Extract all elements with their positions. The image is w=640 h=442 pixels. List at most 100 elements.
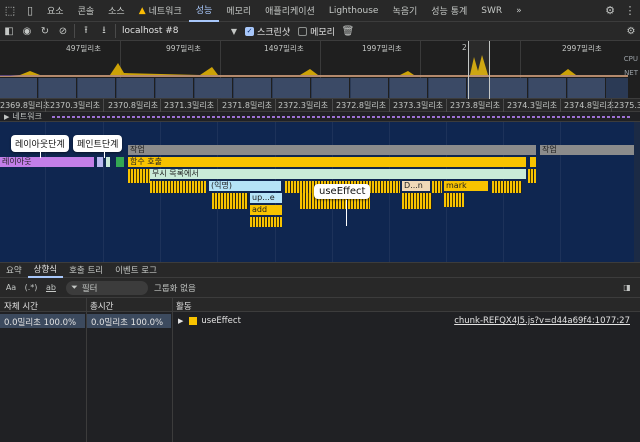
filter-input[interactable]: ⏷ 필터 bbox=[66, 280, 148, 295]
checkbox-unchecked-icon bbox=[298, 26, 308, 36]
layout-bar[interactable]: 레이아웃 bbox=[0, 157, 94, 167]
inspect-element-icon[interactable]: ⬚ bbox=[0, 0, 20, 22]
divider bbox=[115, 24, 116, 38]
paint-bar[interactable] bbox=[116, 157, 124, 167]
tab-performance[interactable]: 성능 bbox=[188, 0, 220, 22]
tab-performance-insights[interactable]: 성능 통계 bbox=[424, 0, 474, 22]
divider bbox=[74, 24, 75, 38]
details-tabs: 요약 상향식 호출 트리 이벤트 로그 bbox=[0, 262, 640, 278]
small-calls[interactable] bbox=[432, 181, 442, 193]
screenshot-thumb bbox=[39, 78, 77, 98]
ruler-tick: 2371.8밀리초 bbox=[222, 101, 273, 110]
screenshot-checkbox[interactable]: ✓ 스크린샷 bbox=[245, 25, 290, 38]
timeline-overview[interactable]: 497밀리초 997밀리초 1497밀리초 1997밀리초 2 2997밀리초 … bbox=[0, 41, 640, 99]
group-by-select[interactable]: 그룹화 없음 bbox=[154, 282, 196, 294]
paint-stage-bar[interactable] bbox=[106, 157, 110, 167]
device-toolbar-icon[interactable]: ▯ bbox=[20, 0, 40, 22]
table-row[interactable]: 0.0밀리초 100.0% 0.0밀리초 100.0% ▶ useEffect … bbox=[0, 314, 640, 328]
main-thread-flamechart[interactable]: 작업 작업 레이아웃 함수 호출 무시 목록에서 (익명) D...n mark… bbox=[0, 122, 640, 262]
gear-icon[interactable]: ⚙ bbox=[600, 0, 620, 22]
screenshot-thumb bbox=[312, 78, 350, 98]
small-calls[interactable] bbox=[492, 181, 522, 193]
layout-stage-bar[interactable] bbox=[97, 157, 103, 167]
mark-bar[interactable]: mark bbox=[444, 181, 488, 191]
small-calls[interactable] bbox=[402, 193, 432, 209]
column-self-time[interactable]: 자체 시간 bbox=[4, 300, 38, 312]
function-call-bar[interactable]: 함수 호출 bbox=[128, 157, 526, 167]
paint-stage-callout[interactable]: 페인트단계 bbox=[73, 135, 123, 152]
self-time-cell: 0.0밀리초 100.0% bbox=[0, 314, 85, 328]
activity-name: useEffect bbox=[201, 316, 241, 326]
grid-line bbox=[446, 99, 447, 112]
function-call-bar[interactable] bbox=[530, 157, 536, 167]
source-link[interactable]: chunk-REFQX4J5.js?v=d44a69f4:1077:27 bbox=[454, 316, 630, 326]
grid-line bbox=[217, 122, 218, 262]
tab-call-tree[interactable]: 호출 트리 bbox=[63, 262, 109, 278]
recording-select-value: localhost #8 bbox=[122, 26, 179, 36]
small-calls[interactable] bbox=[444, 193, 464, 207]
capture-settings-icon[interactable]: ⚙ bbox=[622, 22, 640, 41]
small-calls[interactable] bbox=[150, 181, 206, 193]
memory-label: 메모리 bbox=[310, 27, 335, 38]
tab-sources[interactable]: 소스 bbox=[101, 0, 132, 22]
ignore-list-bar[interactable]: 무시 목록에서 bbox=[150, 169, 526, 179]
callout-connector bbox=[346, 200, 347, 226]
task-bar[interactable]: 작업 bbox=[540, 145, 634, 155]
ruler-tick: 2369.8밀리초 bbox=[0, 101, 51, 110]
flamechart-scrollbar[interactable] bbox=[634, 122, 640, 262]
grid-line bbox=[560, 99, 561, 112]
tab-network[interactable]: ▲ 네트워크 bbox=[132, 0, 189, 22]
tab-console[interactable]: 콘솔 bbox=[71, 0, 102, 22]
filter-placeholder: 필터 bbox=[81, 283, 98, 294]
tab-recorder[interactable]: 녹음기 bbox=[385, 0, 424, 22]
small-calls[interactable] bbox=[212, 193, 248, 209]
kebab-menu-icon[interactable]: ⋮ bbox=[620, 0, 640, 22]
small-calls[interactable] bbox=[528, 169, 536, 183]
grid-line bbox=[332, 99, 333, 112]
add-bar[interactable]: add bbox=[250, 205, 282, 215]
update-bar[interactable]: up...e bbox=[250, 193, 282, 203]
screenshot-thumb bbox=[78, 78, 116, 98]
use-effect-callout[interactable]: useEffect bbox=[314, 184, 371, 199]
warning-icon: ▲ bbox=[138, 5, 146, 16]
sidebar-toggle-icon[interactable]: ◧ bbox=[0, 22, 18, 41]
match-case-button[interactable]: Aa bbox=[2, 278, 20, 298]
tab-bottom-up[interactable]: 상향식 bbox=[27, 262, 64, 278]
whole-word-button[interactable]: ab bbox=[42, 278, 60, 298]
tab-lighthouse[interactable]: Lighthouse bbox=[322, 0, 386, 22]
small-calls[interactable] bbox=[250, 217, 282, 227]
tab-elements[interactable]: 요소 bbox=[40, 0, 71, 22]
regex-button[interactable]: (.*) bbox=[20, 278, 42, 298]
column-total-time[interactable]: 총시간 bbox=[90, 300, 113, 312]
download-icon[interactable]: ⭳ bbox=[95, 22, 113, 41]
screenshot-thumb bbox=[390, 78, 428, 98]
net-label: NET bbox=[624, 69, 638, 77]
memory-checkbox[interactable]: 메모리 bbox=[298, 25, 335, 38]
cpu-label: CPU bbox=[623, 55, 638, 63]
chevron-right-icon[interactable]: ▶ bbox=[178, 317, 183, 325]
tab-swr[interactable]: SWR bbox=[474, 0, 509, 22]
reload-icon[interactable]: ↻ bbox=[36, 22, 54, 41]
clear-icon[interactable]: ⊘ bbox=[54, 22, 72, 41]
record-icon[interactable]: ◉ bbox=[18, 22, 36, 41]
sidebar-toggle-icon[interactable]: ◨ bbox=[618, 278, 636, 298]
tab-memory[interactable]: 메모리 bbox=[219, 0, 258, 22]
network-track-header[interactable]: ▶ 네트워크 bbox=[0, 112, 640, 122]
grid-line bbox=[160, 99, 161, 112]
column-activity[interactable]: 활동 bbox=[176, 300, 192, 312]
overview-selection-brush[interactable] bbox=[468, 41, 490, 99]
tab-summary[interactable]: 요약 bbox=[0, 262, 28, 278]
small-calls[interactable] bbox=[128, 169, 150, 183]
tab-application[interactable]: 애플리케이션 bbox=[258, 0, 322, 22]
callout-connector bbox=[40, 150, 41, 158]
more-tabs-button[interactable]: » bbox=[509, 0, 529, 22]
tab-event-log[interactable]: 이벤트 로그 bbox=[109, 262, 163, 278]
dn-bar[interactable]: D...n bbox=[402, 181, 430, 191]
garbage-collect-icon[interactable]: 🗑 bbox=[339, 22, 357, 41]
category-color-icon bbox=[189, 317, 198, 325]
task-bar[interactable]: 작업 bbox=[128, 145, 536, 155]
anonymous-bar[interactable]: (익명) bbox=[209, 181, 281, 191]
chevron-right-icon: ▶ bbox=[4, 112, 10, 121]
recording-select[interactable]: localhost #8 ▼ bbox=[122, 26, 237, 36]
upload-icon[interactable]: ⭱ bbox=[77, 22, 95, 41]
